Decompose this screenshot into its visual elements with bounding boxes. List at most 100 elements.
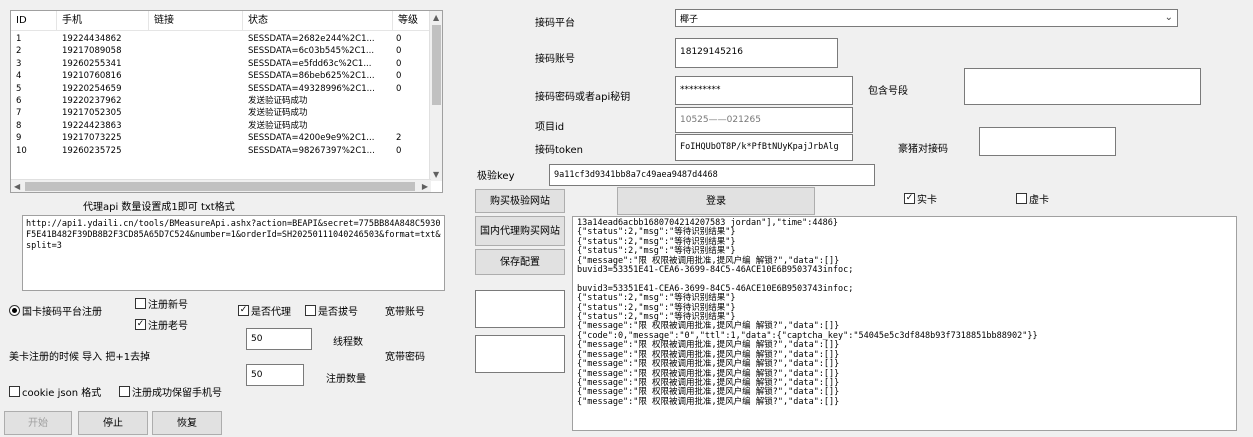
- segment-input[interactable]: [964, 68, 1201, 105]
- cell-phone: 19260255341: [62, 58, 122, 69]
- cell-status: SESSDATA=4200e9e9%2C1...: [248, 133, 375, 144]
- broadband-account-input[interactable]: [475, 290, 565, 328]
- login-button[interactable]: 登录: [617, 187, 815, 215]
- password-label: 接码密码或者api秘钥: [535, 92, 631, 103]
- horizontal-scrollbar[interactable]: ◀ ▶: [11, 179, 431, 192]
- match-label: 豪猪对接码: [898, 144, 948, 155]
- cell-status: SESSDATA=98267397%2C1...: [248, 145, 375, 156]
- project-label: 项目id: [535, 122, 565, 133]
- token-input[interactable]: FoIHQUbOT8P/k*PfBtNUyKpajJrbAlg: [675, 134, 853, 161]
- scroll-up-icon[interactable]: ▲: [433, 11, 439, 24]
- table-row[interactable]: 2 19217089058 SESSDATA=6c03b545%2C1... 0: [11, 45, 431, 57]
- register-new-label: 注册新号: [148, 300, 188, 311]
- verify-key-input[interactable]: 9a11cf3d9341bb8a7c49aea9487d4468: [549, 164, 875, 186]
- match-input[interactable]: [979, 127, 1116, 156]
- table-row[interactable]: 3 19260255341 SESSDATA=e5fdd63c%2C1... 0: [11, 58, 431, 70]
- import-hint-text: 美卡注册的时候 导入 把+1去掉: [9, 352, 151, 363]
- cell-id: 4: [16, 71, 22, 82]
- save-config-button[interactable]: 保存配置: [475, 249, 565, 275]
- cell-level: 0: [396, 145, 402, 156]
- dial-label: 是否拔号: [318, 307, 358, 318]
- cell-phone: 19220254659: [62, 83, 122, 94]
- checkbox-checked-icon: ✓: [904, 193, 915, 204]
- stop-button[interactable]: 停止: [78, 411, 148, 435]
- cell-status: SESSDATA=86beb625%2C1...: [248, 71, 375, 82]
- account-list[interactable]: ID 手机 链接 状态 等级 1 19224434862 SESSDATA=2682…: [10, 10, 443, 193]
- keep-phone-checkbox[interactable]: 注册成功保留手机号: [119, 384, 222, 399]
- register-count-label: 注册数量: [326, 374, 366, 385]
- checkbox-checked-icon: ✓: [135, 319, 146, 330]
- radio-selected-icon: [9, 305, 20, 316]
- column-header-id[interactable]: ID: [11, 11, 57, 31]
- table-row[interactable]: 9 19217073225 SESSDATA=4200e9e9%2C1... 2: [11, 132, 431, 144]
- table-row[interactable]: 6 19220237962 发送验证码成功: [11, 95, 431, 107]
- dial-checkbox[interactable]: 是否拔号: [305, 303, 358, 318]
- scroll-right-icon[interactable]: ▶: [422, 180, 428, 192]
- cell-phone: 19210760816: [62, 71, 122, 82]
- column-header-phone[interactable]: 手机: [57, 11, 149, 31]
- register-old-label: 注册老号: [148, 321, 188, 332]
- cell-phone: 19217089058: [62, 46, 122, 57]
- cell-id: 7: [16, 108, 22, 119]
- horizontal-scroll-thumb[interactable]: [25, 182, 415, 191]
- checkbox-empty-icon: [119, 386, 130, 397]
- log-output[interactable]: 13a14ead6acbb1680704214207583 jordan"],"…: [572, 216, 1237, 431]
- column-header-level[interactable]: 等级: [393, 11, 431, 31]
- checkbox-empty-icon: [9, 386, 20, 397]
- vertical-scroll-thumb[interactable]: [432, 25, 441, 105]
- account-input[interactable]: 18129145216: [675, 38, 838, 68]
- table-row[interactable]: 10 19260235725 SESSDATA=98267397%2C1... 0: [11, 145, 431, 157]
- broadband-account-label: 宽带账号: [385, 307, 425, 318]
- register-new-checkbox[interactable]: 注册新号: [135, 296, 188, 311]
- cell-level: 0: [396, 46, 402, 57]
- broadband-password-label: 宽带密码: [385, 352, 425, 363]
- checkbox-checked-icon: ✓: [238, 305, 249, 316]
- column-header-link[interactable]: 链接: [149, 11, 243, 31]
- platform-select[interactable]: 椰子 ⌄: [675, 9, 1178, 27]
- real-card-checkbox[interactable]: ✓ 实卡: [904, 191, 937, 206]
- cell-level: 0: [396, 58, 402, 69]
- list-header: ID 手机 链接 状态 等级: [11, 11, 431, 31]
- start-button[interactable]: 开始: [4, 411, 72, 435]
- register-old-checkbox[interactable]: ✓ 注册老号: [135, 317, 188, 332]
- cell-status: SESSDATA=e5fdd63c%2C1...: [248, 58, 372, 69]
- cell-phone: 19260235725: [62, 145, 122, 156]
- log-line: {"message":"限 权限被调用批准,提风户编 解锁?","data":[…: [577, 396, 840, 407]
- cookie-json-label: cookie json 格式: [22, 388, 102, 399]
- vertical-scrollbar[interactable]: ▲ ▼: [429, 11, 442, 181]
- broadband-password-input[interactable]: [475, 335, 565, 373]
- scroll-left-icon[interactable]: ◀: [14, 180, 20, 192]
- threads-input[interactable]: 50: [246, 328, 312, 350]
- proxy-url-textarea[interactable]: http://api1.ydaili.cn/tools/BMeasureApi.…: [22, 215, 445, 291]
- table-row[interactable]: 4 19210760816 SESSDATA=86beb625%2C1... 0: [11, 70, 431, 82]
- cell-phone: 19217073225: [62, 133, 122, 144]
- virtual-card-label: 虚卡: [1029, 195, 1049, 206]
- buy-verify-site-button[interactable]: 购买极验网站: [475, 189, 565, 213]
- domestic-proxy-site-button[interactable]: 国内代理购买网站: [475, 216, 565, 246]
- cell-status: 发送验证码成功: [248, 120, 308, 131]
- threads-label: 线程数: [333, 337, 363, 348]
- register-mode-radio[interactable]: 国卡接码平台注册: [9, 303, 102, 318]
- virtual-card-checkbox[interactable]: 虚卡: [1016, 191, 1049, 206]
- password-input[interactable]: *********: [675, 76, 853, 105]
- table-row[interactable]: 8 19224423863 发送验证码成功: [11, 120, 431, 132]
- table-row[interactable]: 5 19220254659 SESSDATA=49328996%2C1... 0: [11, 83, 431, 95]
- register-count-input[interactable]: 50: [246, 364, 304, 386]
- restore-button[interactable]: 恢复: [152, 411, 222, 435]
- table-row[interactable]: 7 19217052305 发送验证码成功: [11, 107, 431, 119]
- platform-selected-value: 椰子: [680, 15, 699, 25]
- cell-status: SESSDATA=2682e244%2C1...: [248, 34, 375, 44]
- real-card-label: 实卡: [917, 195, 937, 206]
- project-input[interactable]: 10525——021265: [675, 107, 853, 133]
- cell-phone: 19220237962: [62, 95, 122, 106]
- token-label: 接码token: [535, 145, 583, 156]
- scroll-down-icon[interactable]: ▼: [433, 168, 439, 181]
- cell-status: SESSDATA=6c03b545%2C1...: [248, 46, 375, 57]
- account-label: 接码账号: [535, 54, 575, 65]
- cell-phone: 19224423863: [62, 120, 122, 131]
- use-proxy-checkbox[interactable]: ✓ 是否代理: [238, 303, 291, 318]
- platform-label: 接码平台: [535, 18, 575, 29]
- column-header-status[interactable]: 状态: [243, 11, 393, 31]
- cookie-json-checkbox[interactable]: cookie json 格式: [9, 384, 101, 399]
- table-row[interactable]: 1 19224434862 SESSDATA=2682e244%2C1... 0: [11, 33, 431, 45]
